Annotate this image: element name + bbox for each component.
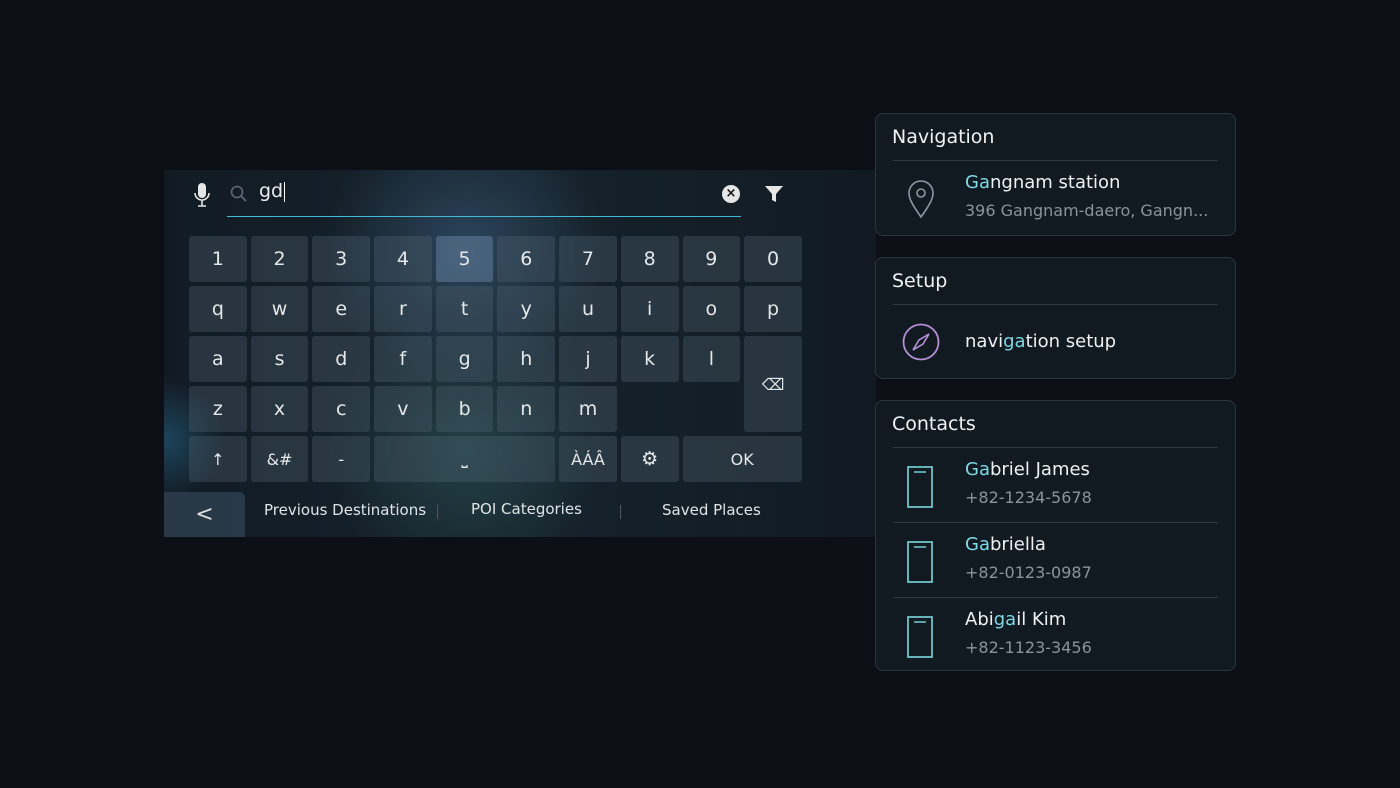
- key-8[interactable]: 8: [620, 236, 679, 282]
- key-n[interactable]: n: [497, 386, 556, 432]
- key-b[interactable]: b: [435, 386, 494, 432]
- section-title: Contacts: [892, 413, 976, 435]
- keyboard-panel: gd × 1 2 3 4 5 6 7 8 9 0 q w e r t y u i…: [164, 170, 876, 537]
- contact-phone: +82-1123-3456: [965, 638, 1092, 657]
- key-x[interactable]: x: [250, 386, 309, 432]
- key-2[interactable]: 2: [250, 236, 309, 282]
- microphone-icon[interactable]: [192, 182, 212, 208]
- section-title: Navigation: [892, 126, 995, 148]
- key-m[interactable]: m: [559, 386, 617, 432]
- bottom-tabs: < Previous Destinations POI Categories S…: [164, 492, 876, 537]
- accents-key[interactable]: ÀÁÂ: [559, 436, 617, 482]
- key-i[interactable]: i: [620, 286, 679, 332]
- key-z[interactable]: z: [189, 386, 247, 432]
- key-o[interactable]: o: [682, 286, 741, 332]
- phone-icon: [907, 541, 933, 583]
- key-a[interactable]: a: [189, 336, 247, 382]
- key-6[interactable]: 6: [497, 236, 556, 282]
- compass-icon: [902, 323, 940, 361]
- key-t[interactable]: t: [435, 286, 494, 332]
- navigation-card: Navigation Gangnam station 396 Gangnam-d…: [875, 113, 1236, 236]
- contact-phone: +82-1234-5678: [965, 488, 1092, 507]
- key-e[interactable]: e: [312, 286, 371, 332]
- phone-icon: [907, 616, 933, 658]
- key-9[interactable]: 9: [682, 236, 741, 282]
- key-p[interactable]: p: [744, 286, 802, 332]
- gear-icon: ⚙: [641, 448, 659, 470]
- location-pin-icon: [908, 180, 934, 219]
- key-1[interactable]: 1: [189, 236, 247, 282]
- setup-card: Setup navigation setup: [875, 257, 1236, 379]
- contact-item[interactable]: Gabriel James +82-1234-5678: [876, 448, 1235, 522]
- clear-icon[interactable]: ×: [722, 185, 740, 203]
- search-icon: [230, 185, 247, 202]
- tab-poi-categories[interactable]: POI Categories: [471, 500, 582, 518]
- contact-name: Abigail Kim: [965, 609, 1067, 630]
- key-u[interactable]: u: [559, 286, 617, 332]
- key-h[interactable]: h: [497, 336, 556, 382]
- key-s[interactable]: s: [250, 336, 309, 382]
- phone-icon: [907, 466, 933, 508]
- contact-phone: +82-0123-0987: [965, 563, 1092, 582]
- key-q[interactable]: q: [189, 286, 247, 332]
- key-7[interactable]: 7: [559, 236, 617, 282]
- result-title: Gangnam station: [965, 172, 1121, 193]
- result-title: navigation setup: [965, 331, 1117, 352]
- contacts-card: Contacts Gabriel James +82-1234-5678 Gab…: [875, 400, 1236, 671]
- key-g[interactable]: g: [435, 336, 494, 382]
- result-address: 396 Gangnam-daero, Gangn...: [965, 201, 1209, 220]
- key-v[interactable]: v: [374, 386, 432, 432]
- key-5[interactable]: 5: [435, 236, 494, 282]
- back-button[interactable]: <: [164, 492, 245, 537]
- section-title: Setup: [892, 270, 948, 292]
- ok-key[interactable]: OK: [682, 436, 802, 482]
- tab-previous-destinations[interactable]: Previous Destinations: [264, 501, 426, 519]
- key-r[interactable]: r: [374, 286, 432, 332]
- key-c[interactable]: c: [312, 386, 371, 432]
- key-j[interactable]: j: [559, 336, 617, 382]
- key-grid: 1 2 3 4 5 6 7 8 9 0 q w e r t y u i o p …: [189, 236, 802, 482]
- key-k[interactable]: k: [620, 336, 679, 382]
- contact-name: Gabriella: [965, 534, 1046, 555]
- symbols-key[interactable]: &#: [250, 436, 309, 482]
- shift-key[interactable]: ↑: [189, 436, 247, 482]
- search-input[interactable]: gd: [259, 180, 285, 202]
- settings-key[interactable]: ⚙: [620, 436, 679, 482]
- key-3[interactable]: 3: [312, 236, 371, 282]
- key-y[interactable]: y: [497, 286, 556, 332]
- search-underline: [227, 216, 741, 217]
- space-key[interactable]: ⎵: [374, 436, 556, 482]
- contact-item[interactable]: Gabriella +82-0123-0987: [876, 523, 1235, 597]
- key-d[interactable]: d: [312, 336, 371, 382]
- backspace-key[interactable]: ⌫: [744, 336, 802, 432]
- key-l[interactable]: l: [682, 336, 741, 382]
- key-f[interactable]: f: [374, 336, 432, 382]
- tab-saved-places[interactable]: Saved Places: [662, 501, 761, 519]
- list-item[interactable]: navigation setup: [876, 305, 1235, 379]
- divider: [620, 505, 621, 519]
- contact-item[interactable]: Abigail Kim +82-1123-3456: [876, 598, 1235, 672]
- list-item[interactable]: Gangnam station 396 Gangnam-daero, Gangn…: [876, 161, 1235, 235]
- dash-key[interactable]: -: [312, 436, 371, 482]
- key-w[interactable]: w: [250, 286, 309, 332]
- contact-name: Gabriel James: [965, 459, 1090, 480]
- filter-icon[interactable]: [764, 184, 784, 204]
- key-4[interactable]: 4: [374, 236, 432, 282]
- divider: [437, 505, 438, 519]
- key-0[interactable]: 0: [744, 236, 802, 282]
